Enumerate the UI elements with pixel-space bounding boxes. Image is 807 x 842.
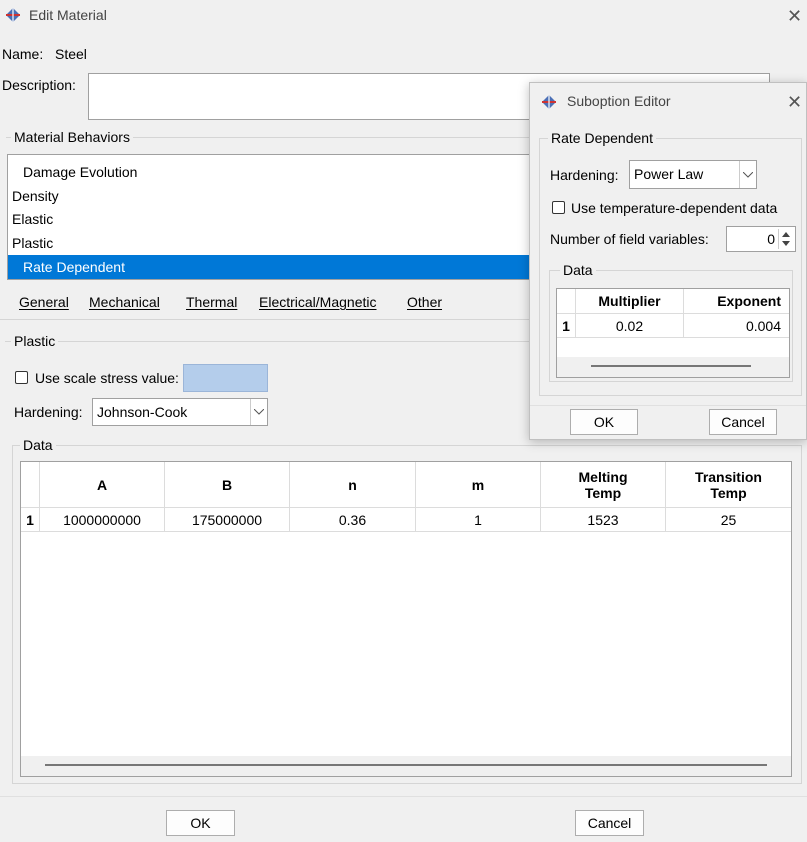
close-icon[interactable]: ✕ bbox=[787, 93, 802, 111]
column-header-label: Transition Temp bbox=[695, 468, 762, 501]
row-header[interactable]: 1 bbox=[21, 508, 40, 532]
list-item-label: Rate Dependent bbox=[23, 259, 125, 275]
sub-ok-button[interactable]: OK bbox=[570, 409, 638, 435]
table-cell[interactable]: 0.02 bbox=[576, 314, 684, 338]
column-header[interactable]: Exponent bbox=[684, 289, 789, 314]
column-header[interactable]: Transition Temp bbox=[666, 462, 791, 508]
field-vars-label: Number of field variables: bbox=[550, 231, 709, 247]
column-header[interactable]: m bbox=[416, 462, 541, 508]
table-corner bbox=[557, 289, 576, 314]
column-header-label: Multiplier bbox=[598, 293, 661, 309]
table-cell[interactable]: 1523 bbox=[541, 508, 666, 532]
table-corner bbox=[21, 462, 40, 508]
app-diamond-icon bbox=[542, 95, 556, 109]
menu-other[interactable]: Other bbox=[407, 294, 442, 310]
column-header-label: Melting Temp bbox=[578, 468, 628, 501]
scrollbar-thumb[interactable] bbox=[45, 764, 767, 766]
list-item-label: Density bbox=[12, 188, 59, 204]
separator bbox=[530, 405, 806, 406]
chevron-down-icon[interactable] bbox=[250, 399, 267, 425]
sub-hardening-value: Power Law bbox=[634, 166, 704, 182]
column-header-label: B bbox=[221, 476, 233, 493]
data-title: Data bbox=[20, 437, 56, 453]
table-cell[interactable]: 0.004 bbox=[684, 314, 789, 338]
sub-cancel-button[interactable]: Cancel bbox=[709, 409, 777, 435]
table-cell[interactable]: 25 bbox=[666, 508, 791, 532]
hardening-label: Hardening: bbox=[14, 404, 83, 420]
plastic-data-table[interactable]: A B n m Melting Temp Transition Temp 1 1… bbox=[20, 461, 792, 777]
field-vars-spinner[interactable]: 0 bbox=[726, 226, 796, 252]
window-title: Edit Material bbox=[29, 7, 107, 23]
list-item-label: Elastic bbox=[12, 211, 54, 227]
material-name: Steel bbox=[55, 46, 87, 62]
sub-hardening-label: Hardening: bbox=[550, 167, 619, 183]
column-header[interactable]: Melting Temp bbox=[541, 462, 666, 508]
column-header[interactable]: B bbox=[165, 462, 290, 508]
table-cell[interactable]: 175000000 bbox=[165, 508, 290, 532]
sub-data-title: Data bbox=[560, 262, 596, 278]
temp-dependent-checkbox[interactable] bbox=[552, 201, 565, 214]
menu-thermal[interactable]: Thermal bbox=[186, 294, 237, 310]
app-diamond-icon bbox=[6, 8, 20, 22]
sub-data-table[interactable]: Multiplier Exponent 1 0.02 0.004 bbox=[556, 288, 790, 378]
menu-general[interactable]: General bbox=[19, 294, 69, 310]
table-cell[interactable]: 0.36 bbox=[290, 508, 416, 532]
bottom-bar bbox=[0, 796, 807, 842]
column-header[interactable]: A bbox=[40, 462, 165, 508]
horizontal-scrollbar[interactable] bbox=[557, 357, 789, 377]
description-label: Description: bbox=[2, 77, 76, 93]
title-bar: Edit Material ✕ bbox=[0, 0, 807, 32]
hardening-value: Johnson-Cook bbox=[97, 404, 188, 420]
scale-stress-label: Use scale stress value: bbox=[35, 370, 179, 386]
menu-electrical-magnetic[interactable]: Electrical/Magnetic bbox=[259, 294, 377, 310]
sub-hardening-select[interactable]: Power Law bbox=[629, 160, 757, 189]
column-header-label: n bbox=[348, 476, 357, 493]
suboption-title: Suboption Editor bbox=[567, 93, 671, 109]
scale-stress-field[interactable] bbox=[183, 364, 268, 392]
field-vars-value: 0 bbox=[767, 231, 775, 247]
column-header[interactable]: Multiplier bbox=[576, 289, 684, 314]
spinner-up-down-icon[interactable] bbox=[779, 229, 793, 249]
plastic-title: Plastic bbox=[11, 333, 59, 349]
column-header-label: Exponent bbox=[717, 293, 781, 309]
close-icon[interactable]: ✕ bbox=[787, 7, 802, 25]
horizontal-scrollbar[interactable] bbox=[21, 756, 791, 776]
scale-stress-checkbox[interactable] bbox=[15, 371, 28, 384]
table-cell[interactable]: 1 bbox=[416, 508, 541, 532]
cancel-button[interactable]: Cancel bbox=[575, 810, 644, 836]
temp-dependent-label: Use temperature-dependent data bbox=[571, 200, 778, 216]
ok-button[interactable]: OK bbox=[166, 810, 235, 836]
list-item-label: Damage Evolution bbox=[23, 164, 138, 180]
suboption-editor-dialog: Suboption Editor ✕ Rate Dependent Harden… bbox=[529, 82, 807, 440]
name-label: Name: bbox=[2, 46, 44, 62]
chevron-down-icon[interactable] bbox=[739, 161, 756, 188]
menu-mechanical[interactable]: Mechanical bbox=[89, 294, 160, 310]
hardening-select[interactable]: Johnson-Cook bbox=[92, 398, 268, 426]
scrollbar-thumb[interactable] bbox=[591, 365, 751, 367]
row-header[interactable]: 1 bbox=[557, 314, 576, 338]
behaviors-title: Material Behaviors bbox=[11, 129, 133, 145]
list-item-label: Plastic bbox=[12, 235, 54, 251]
column-header[interactable]: n bbox=[290, 462, 416, 508]
column-header-label: A bbox=[96, 476, 108, 493]
table-cell[interactable]: 1000000000 bbox=[40, 508, 165, 532]
rate-dependent-title: Rate Dependent bbox=[548, 130, 656, 146]
column-header-label: m bbox=[471, 476, 485, 493]
spinner-arrows[interactable] bbox=[778, 229, 793, 249]
